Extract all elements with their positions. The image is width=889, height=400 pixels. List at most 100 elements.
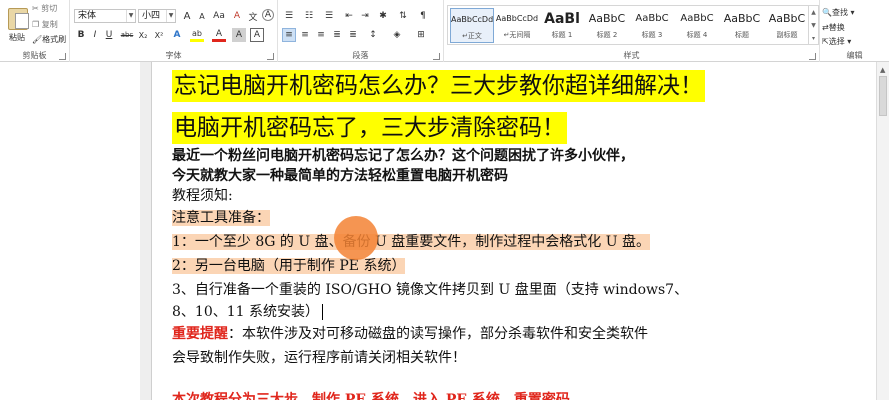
more-icon[interactable]: ▾ bbox=[809, 32, 818, 45]
grow-font-icon: A bbox=[183, 10, 191, 22]
superscript-button[interactable]: X² bbox=[152, 28, 166, 42]
strikethrough-button[interactable]: abc bbox=[120, 28, 134, 42]
font-color-button[interactable]: A bbox=[212, 28, 226, 42]
char-border-button[interactable]: A bbox=[250, 28, 264, 42]
mouse-cursor-highlight bbox=[334, 216, 378, 260]
text-effect-icon: A bbox=[173, 30, 181, 40]
doc-title-2: 电脑开机密码忘了，三大步清除密码！ bbox=[172, 112, 567, 144]
chevron-down-icon[interactable]: ▼ bbox=[126, 10, 135, 22]
partial-line: 本次教程分为三大步，制作 PE 系统，进入 PE 系统，重置密码 bbox=[172, 392, 570, 400]
enclose-char-button[interactable]: A bbox=[262, 9, 274, 21]
clipboard-launcher[interactable] bbox=[59, 53, 66, 60]
style-heading-3[interactable]: AaBbC 标题 3 bbox=[630, 8, 674, 43]
bold-icon: B bbox=[77, 30, 85, 40]
phonetic-guide-button[interactable]: 文 bbox=[246, 9, 260, 23]
replace-button[interactable]: ⇄替换 bbox=[822, 21, 845, 34]
style-preview: AaBl bbox=[544, 11, 580, 27]
chevron-down-icon[interactable]: ▼ bbox=[166, 10, 175, 22]
styles-launcher[interactable] bbox=[809, 53, 816, 60]
chinese-layout-button[interactable]: ✱ bbox=[376, 9, 390, 23]
style-no-spacing[interactable]: AaBbCcDd ↵无间隔 bbox=[495, 8, 539, 43]
italic-icon: I bbox=[93, 30, 97, 40]
paragraph-group: ☰ ☷ ☰ ⇤ ⇥ ✱ ⇅ ¶ ≡ ≡ ≡ ≣ ≣ ↕ ◈ ⊞ 段落 bbox=[278, 0, 444, 62]
numbering-button[interactable]: ☷ bbox=[302, 9, 316, 23]
styles-gallery: AaBbCcDd ↵正文 AaBbCcDd ↵无间隔 AaBl 标题 1 AaB… bbox=[447, 5, 809, 45]
pilcrow-icon: ¶ bbox=[420, 11, 426, 21]
clear-format-button[interactable]: A bbox=[230, 9, 244, 23]
increase-indent-button[interactable]: ⇥ bbox=[358, 9, 372, 23]
decrease-indent-button[interactable]: ⇤ bbox=[342, 9, 356, 23]
chevron-down-icon[interactable]: ▼ bbox=[809, 19, 818, 32]
copy-button[interactable]: ❐ 复制 bbox=[32, 19, 58, 31]
style-title[interactable]: AaBbC 标题 bbox=[720, 8, 764, 43]
justify-button[interactable]: ≣ bbox=[330, 28, 344, 42]
select-button[interactable]: ⇱选择 ▾ bbox=[822, 35, 851, 48]
vertical-scrollbar[interactable]: ▲ bbox=[876, 62, 889, 400]
italic-button[interactable]: I bbox=[88, 28, 102, 42]
paragraph-launcher[interactable] bbox=[433, 53, 440, 60]
highlight-button[interactable]: ab bbox=[190, 28, 204, 42]
align-center-button[interactable]: ≡ bbox=[298, 28, 312, 42]
para1-line1: 最近一个粉丝问电脑开机密码忘记了怎么办？这个问题困扰了许多小伙伴， bbox=[172, 148, 634, 164]
align-left-icon: ≡ bbox=[285, 30, 293, 40]
style-preview: AaBbC bbox=[723, 12, 761, 25]
borders-icon: ⊞ bbox=[417, 30, 425, 40]
multilevel-list-button[interactable]: ☰ bbox=[322, 9, 336, 23]
style-heading-2[interactable]: AaBbC 标题 2 bbox=[585, 8, 629, 43]
style-name: 标题 bbox=[735, 31, 749, 39]
cut-button[interactable]: ✂ 剪切 bbox=[32, 3, 57, 15]
find-label: 查找 bbox=[831, 8, 848, 17]
style-name: 标题 4 bbox=[686, 31, 708, 39]
decrease-indent-icon: ⇤ bbox=[345, 11, 353, 21]
grow-font-button[interactable]: A bbox=[180, 9, 194, 23]
style-heading-4[interactable]: AaBbC 标题 4 bbox=[675, 8, 719, 43]
chevron-up-icon[interactable]: ▲ bbox=[880, 66, 885, 74]
text-effect-button[interactable]: A bbox=[170, 28, 184, 42]
font-size-combo[interactable]: 小四 ▼ bbox=[138, 9, 176, 23]
subscript-button[interactable]: X₂ bbox=[136, 28, 150, 42]
item2-text: 2：另一台电脑（用于制作 PE 系统） bbox=[172, 258, 406, 274]
borders-button[interactable]: ⊞ bbox=[414, 28, 428, 42]
styles-scroll[interactable]: ▲ ▼ ▾ bbox=[809, 5, 819, 45]
distributed-button[interactable]: ≣ bbox=[346, 28, 360, 42]
brush-icon: 🖌 bbox=[32, 35, 43, 44]
format-painter-button[interactable]: 🖌格式刷 bbox=[32, 34, 66, 46]
style-name: 标题 2 bbox=[596, 31, 618, 39]
chevron-up-icon[interactable]: ▲ bbox=[809, 6, 818, 19]
sort-button[interactable]: ⇅ bbox=[396, 9, 410, 23]
shrink-font-button[interactable]: A bbox=[195, 9, 209, 23]
style-heading-1[interactable]: AaBl 标题 1 bbox=[540, 8, 584, 43]
style-subtitle[interactable]: AaBbC 副标题 bbox=[765, 8, 809, 43]
show-marks-button[interactable]: ¶ bbox=[416, 9, 430, 23]
font-name-combo[interactable]: 宋体 ▼ bbox=[74, 9, 136, 23]
strikethrough-icon: abc bbox=[120, 31, 134, 39]
warning-label: 重要提醒 bbox=[172, 326, 228, 342]
title-line-1: 忘记电脑开机密码怎么办？三大步教你超详细解决！ bbox=[172, 70, 705, 102]
line-spacing-icon: ↕ bbox=[369, 30, 377, 40]
find-button[interactable]: 🔍查找 ▾ bbox=[822, 6, 855, 19]
enclose-char-icon: A bbox=[264, 10, 272, 20]
ribbon: 粘贴 ✂ 剪切 ❐ 复制 🖌格式刷 剪贴板 宋体 ▼ 小四 ▼ A A Aa A… bbox=[0, 0, 889, 62]
shading-button[interactable]: ◈ bbox=[390, 28, 404, 42]
paste-label: 粘贴 bbox=[9, 33, 25, 42]
tools-heading-line: 注意工具准备： bbox=[172, 208, 270, 228]
select-label: 选择 bbox=[828, 37, 845, 46]
paste-button[interactable]: 粘贴 bbox=[2, 2, 32, 48]
align-left-button[interactable]: ≡ bbox=[282, 28, 296, 42]
line-spacing-button[interactable]: ↕ bbox=[366, 28, 380, 42]
bullets-button[interactable]: ☰ bbox=[282, 9, 296, 23]
style-preview: AaBbC bbox=[680, 13, 714, 24]
align-right-button[interactable]: ≡ bbox=[314, 28, 328, 42]
multilevel-list-icon: ☰ bbox=[324, 11, 334, 21]
char-shading-button[interactable]: A bbox=[232, 28, 246, 42]
cut-label: 剪切 bbox=[41, 4, 58, 13]
bold-button[interactable]: B bbox=[74, 28, 88, 42]
change-case-button[interactable]: Aa bbox=[212, 9, 226, 23]
sort-icon: ⇅ bbox=[399, 11, 407, 21]
scroll-thumb[interactable] bbox=[879, 76, 887, 116]
char-shading-icon: A bbox=[235, 30, 243, 40]
style-normal[interactable]: AaBbCcDd ↵正文 bbox=[450, 8, 494, 43]
font-launcher[interactable] bbox=[267, 53, 274, 60]
underline-button[interactable]: U bbox=[102, 28, 116, 42]
char-border-icon: A bbox=[253, 30, 261, 40]
